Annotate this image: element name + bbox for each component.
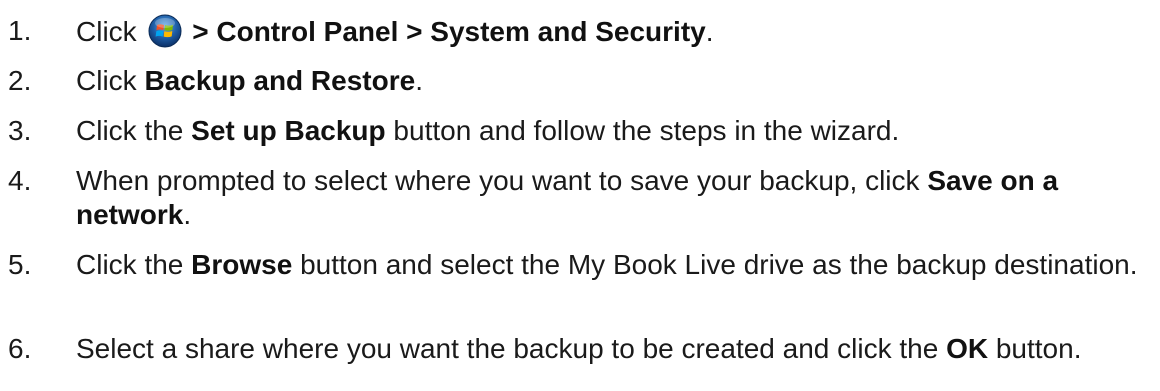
step-text-part: > Control Panel > System and Security bbox=[184, 16, 706, 47]
step-text-part: Set up Backup bbox=[191, 115, 386, 146]
step-number: 3. bbox=[8, 115, 32, 146]
step-number: 1. bbox=[8, 15, 32, 46]
step-text-part: Click bbox=[76, 65, 145, 96]
windows-start-icon bbox=[148, 14, 182, 48]
step-text-part: Select a share where you want the backup… bbox=[76, 333, 947, 364]
step-text-part: Click the bbox=[76, 115, 192, 146]
step-text-part: Click bbox=[76, 16, 145, 47]
step-text: Click Backup and Restore. bbox=[76, 64, 1156, 98]
step-number: 5. bbox=[8, 249, 32, 280]
step-number: 4. bbox=[8, 165, 32, 196]
step-text-part: . bbox=[415, 65, 423, 96]
instruction-steps: 1. Click > Control Panel > System and Se… bbox=[0, 0, 1160, 391]
step-text: Select a share where you want the backup… bbox=[76, 332, 1156, 366]
step-text-part: . bbox=[705, 16, 714, 47]
step-text: Click > Control Panel > System and Secur… bbox=[76, 14, 1156, 49]
step-text-part: button and follow the steps in the wizar… bbox=[385, 115, 900, 146]
step-text: Click the Browse button and select the M… bbox=[76, 248, 1156, 282]
step-number: 6. bbox=[8, 333, 32, 364]
step-text-part: button. bbox=[988, 333, 1082, 364]
step-text-part: Backup and Restore bbox=[144, 65, 416, 96]
step-text-part: OK bbox=[946, 333, 989, 364]
step-text-part: . bbox=[183, 199, 192, 230]
step-number: 2. bbox=[8, 65, 32, 96]
step-text-part: Click the bbox=[76, 249, 192, 280]
step-text-part: When prompted to select where you want t… bbox=[76, 165, 928, 196]
step-text-part: Browse bbox=[191, 249, 293, 280]
step-text: Click the Set up Backup button and follo… bbox=[76, 114, 1156, 148]
step-text: When prompted to select where you want t… bbox=[76, 164, 1156, 232]
step-text-part: button and select the My Book Live drive… bbox=[292, 249, 1138, 280]
